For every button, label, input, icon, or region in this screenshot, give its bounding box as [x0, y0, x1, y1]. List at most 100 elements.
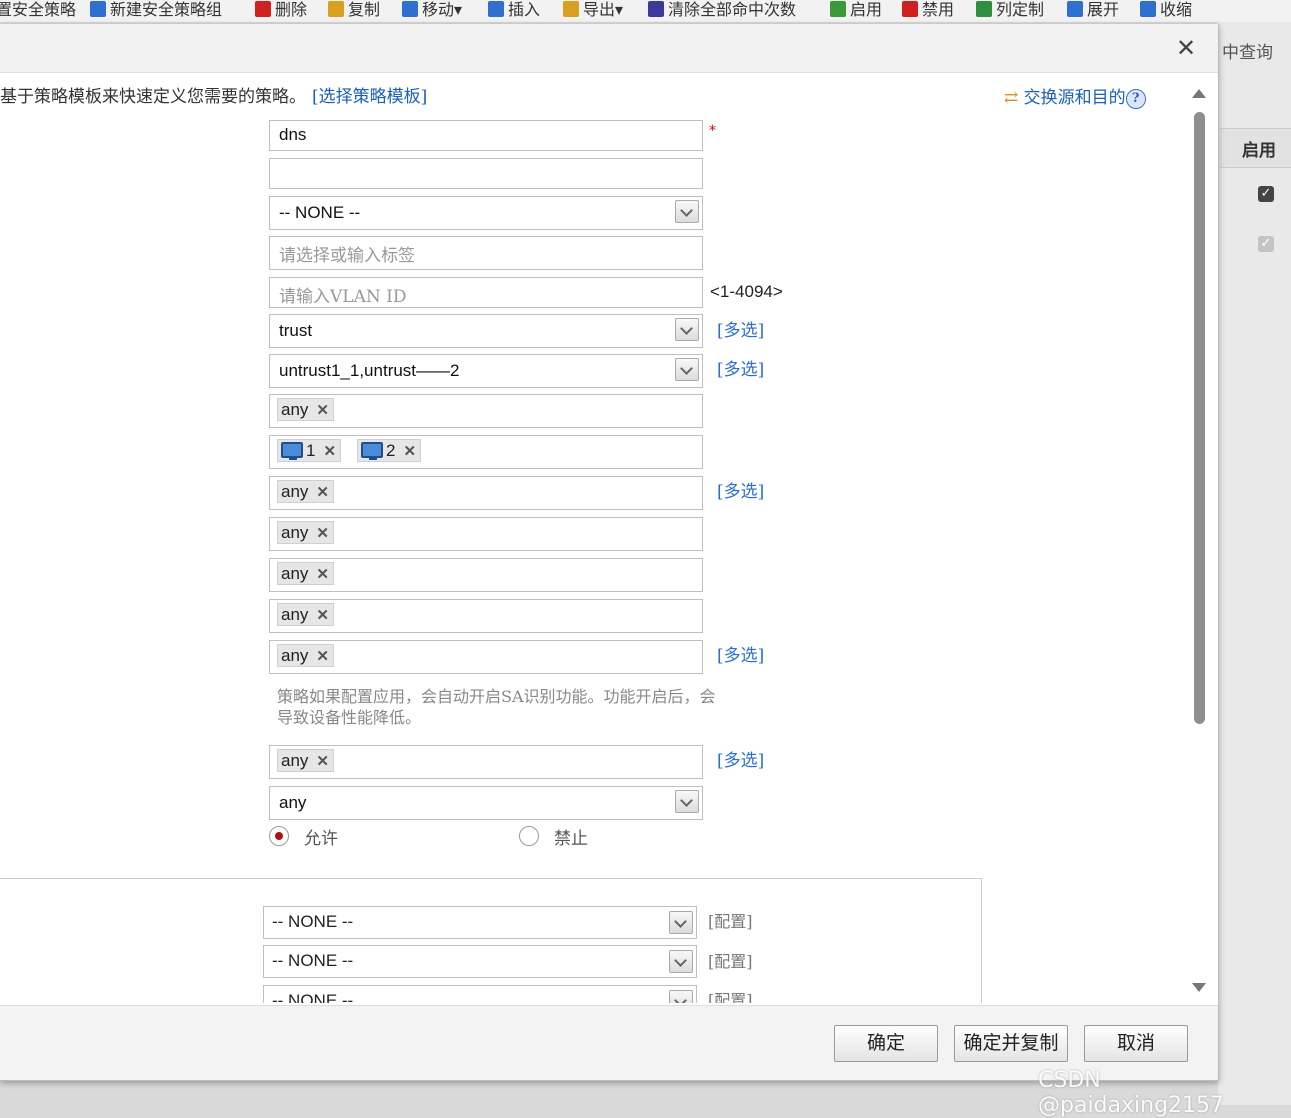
- scroll-up-icon[interactable]: [1192, 89, 1206, 98]
- schedule-select[interactable]: any: [269, 786, 703, 820]
- background-panel: [1218, 22, 1291, 1105]
- toolbar-label: 移动▾: [422, 0, 463, 19]
- disable-button[interactable]: 禁用: [902, 0, 954, 19]
- name-input[interactable]: dns: [269, 120, 703, 151]
- remove-tag-icon[interactable]: ✕: [316, 400, 329, 421]
- ok-button[interactable]: 确定: [834, 1025, 938, 1062]
- export-button[interactable]: 导出▾: [563, 0, 623, 19]
- remove-tag-icon[interactable]: ✕: [403, 441, 416, 462]
- move-button[interactable]: 移动▾: [402, 0, 463, 19]
- background-query-label[interactable]: 中查询: [1222, 38, 1273, 63]
- application-tag: any ✕: [277, 562, 334, 585]
- enable-button[interactable]: 启用: [830, 0, 882, 19]
- time-multi-select-link[interactable]: [多选]: [717, 641, 764, 666]
- terminal-multi-select-link[interactable]: [多选]: [717, 746, 764, 771]
- schedule-value: any: [279, 793, 307, 812]
- policy-group-select[interactable]: -- NONE --: [269, 196, 703, 230]
- deny-radio[interactable]: [519, 826, 539, 846]
- allow-radio[interactable]: [269, 826, 289, 846]
- chevron-down-icon[interactable]: [669, 990, 693, 1003]
- remove-tag-icon[interactable]: ✕: [316, 564, 329, 585]
- profile-select-3[interactable]: -- NONE --: [263, 985, 697, 1003]
- intro-text: 基于策略模板来快速定义您需要的策略。 [选择策略模板]: [0, 82, 427, 107]
- insert-button[interactable]: 插入: [488, 0, 540, 19]
- select-template-link[interactable]: [选择策略模板]: [312, 87, 427, 107]
- profile-value: -- NONE --: [272, 912, 354, 931]
- remove-tag-icon[interactable]: ✕: [316, 605, 329, 626]
- chevron-down-icon[interactable]: [675, 318, 699, 341]
- service-field[interactable]: any ✕: [269, 517, 703, 551]
- ok-and-copy-button[interactable]: 确定并复制: [954, 1025, 1068, 1062]
- cancel-button[interactable]: 取消: [1084, 1025, 1188, 1062]
- help-icon[interactable]: ?: [1125, 89, 1146, 109]
- chevron-down-icon[interactable]: [675, 790, 699, 813]
- dest-zone-multi-select-link[interactable]: [多选]: [717, 355, 764, 380]
- profile-config-link-1[interactable]: [配置]: [708, 908, 753, 932]
- dest-zone-value: untrust1_1,untrust——2: [279, 361, 460, 380]
- source-zone-select[interactable]: trust: [269, 314, 703, 348]
- delete-button[interactable]: 删除: [255, 0, 308, 19]
- tag-label: any: [281, 400, 309, 419]
- profile-config-link-3[interactable]: [配置]: [708, 987, 753, 1003]
- toolbar-label: 展开: [1087, 0, 1120, 19]
- toolbar-label: 删除: [275, 0, 308, 19]
- profile-select-2[interactable]: -- NONE --: [263, 945, 697, 978]
- enable-checkbox-checked[interactable]: ✓: [1258, 186, 1274, 202]
- monitor-icon: [281, 442, 303, 460]
- expand-button[interactable]: 展开: [1067, 0, 1120, 19]
- user-multi-select-link[interactable]: [多选]: [717, 477, 764, 502]
- toolbar-policy-item[interactable]: 置安全策略: [0, 0, 76, 19]
- allow-label: 允许: [304, 829, 338, 849]
- swap-source-dest-link[interactable]: ⇄ 交换源和目的?: [1004, 83, 1146, 109]
- chevron-down-icon[interactable]: [675, 200, 699, 223]
- profile-value: -- NONE --: [272, 951, 354, 970]
- terminal-field[interactable]: any ✕: [269, 745, 703, 779]
- sa-note: 策略如果配置应用，会自动开启SA识别功能。功能开启后，会导致设备性能降低。: [277, 687, 716, 727]
- close-icon[interactable]: ✕: [1176, 34, 1196, 62]
- user-tag: any ✕: [277, 480, 334, 503]
- remove-tag-icon[interactable]: ✕: [316, 751, 329, 772]
- service-tag: any ✕: [277, 521, 334, 544]
- profile-config-link-2[interactable]: [配置]: [708, 948, 753, 972]
- column-custom-button[interactable]: 列定制: [976, 0, 1044, 19]
- dest-address-field[interactable]: 1 ✕ 2 ✕: [269, 435, 703, 469]
- clear-hits-icon: [648, 1, 664, 17]
- dialog-content: 基于策略模板来快速定义您需要的策略。 [选择策略模板] ⇄ 交换源和目的? dns…: [0, 73, 1190, 1003]
- url-category-field[interactable]: any ✕: [269, 599, 703, 633]
- collapse-icon: [1140, 1, 1156, 17]
- remove-tag-icon[interactable]: ✕: [316, 482, 329, 503]
- application-field[interactable]: any ✕: [269, 558, 703, 592]
- new-policy-group-button[interactable]: 新建安全策略组: [90, 0, 222, 19]
- tag-label: any: [281, 605, 309, 624]
- copy-button[interactable]: 复制: [328, 0, 380, 19]
- scroll-down-icon[interactable]: [1192, 983, 1206, 992]
- column-custom-icon: [976, 1, 992, 17]
- source-address-field[interactable]: any ✕: [269, 394, 703, 428]
- vlan-id-input[interactable]: 请输入VLAN ID: [269, 277, 703, 308]
- remove-tag-icon[interactable]: ✕: [323, 441, 336, 462]
- time-tag: any ✕: [277, 644, 334, 667]
- intro-label: 基于策略模板来快速定义您需要的策略。: [0, 87, 306, 107]
- remove-tag-icon[interactable]: ✕: [316, 646, 329, 667]
- chevron-down-icon[interactable]: [669, 950, 693, 973]
- tag-label: any: [281, 482, 309, 501]
- collapse-button[interactable]: 收缩: [1140, 0, 1192, 19]
- tag-input[interactable]: 请选择或输入标签: [269, 236, 703, 270]
- source-zone-multi-select-link[interactable]: [多选]: [717, 316, 764, 341]
- required-mark: *: [709, 123, 716, 139]
- remove-tag-icon[interactable]: ✕: [316, 523, 329, 544]
- time-field[interactable]: any ✕: [269, 640, 703, 674]
- chevron-down-icon[interactable]: [669, 911, 693, 934]
- policy-group-value: -- NONE --: [279, 203, 361, 222]
- scrollbar-thumb[interactable]: [1194, 112, 1205, 724]
- clear-hits-button[interactable]: 清除全部命中次数: [648, 0, 796, 19]
- move-icon: [402, 1, 418, 17]
- enable-column-header: 启用: [1242, 141, 1276, 161]
- profile-select-1[interactable]: -- NONE --: [263, 906, 697, 939]
- copy-icon: [328, 1, 344, 17]
- toolbar: 置安全策略 新建安全策略组 删除 复制 移动▾ 插入 导出▾ 清除全部命中次数 …: [0, 0, 1291, 22]
- chevron-down-icon[interactable]: [675, 358, 699, 381]
- user-field[interactable]: any ✕: [269, 476, 703, 510]
- description-input[interactable]: [269, 158, 703, 189]
- dest-zone-select[interactable]: untrust1_1,untrust——2: [269, 354, 703, 388]
